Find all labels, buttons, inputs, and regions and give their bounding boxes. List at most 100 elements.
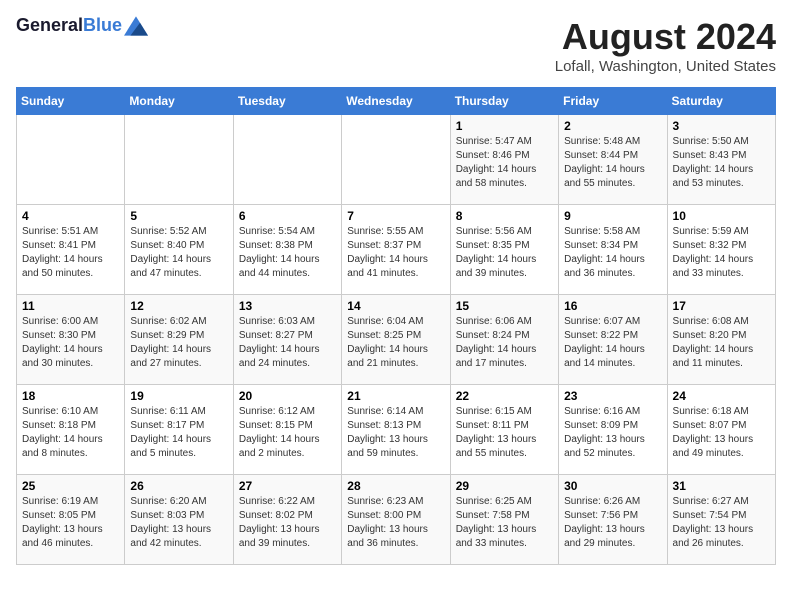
calendar-cell: 3Sunrise: 5:50 AM Sunset: 8:43 PM Daylig… [667, 115, 775, 205]
day-number: 21 [347, 389, 444, 403]
logo: GeneralBlue [16, 16, 148, 36]
day-detail: Sunrise: 5:47 AM Sunset: 8:46 PM Dayligh… [456, 135, 553, 191]
day-detail: Sunrise: 6:00 AM Sunset: 8:30 PM Dayligh… [22, 315, 119, 371]
calendar-cell: 8 Sunrise: 5:56 AM Sunset: 8:35 PM Daylig… [450, 205, 558, 295]
day-detail: Sunrise: 5:48 AM Sunset: 8:44 PM Dayligh… [564, 135, 661, 191]
calendar-cell: 13Sunrise: 6:03 AM Sunset: 8:27 PM Dayli… [233, 295, 341, 385]
logo-text: GeneralBlue [16, 16, 122, 36]
day-detail: Sunrise: 5:50 AM Sunset: 8:43 PM Dayligh… [673, 135, 770, 191]
day-detail: Sunrise: 6:18 AM Sunset: 8:07 PM Dayligh… [673, 405, 770, 461]
col-header-friday: Friday [559, 88, 667, 115]
day-number: 10 [673, 209, 770, 223]
calendar-cell: 29 Sunrise: 6:25 AM Sunset: 7:58 PM Dayli… [450, 475, 558, 565]
calendar-cell: 12 Sunrise: 6:02 AM Sunset: 8:29 PM Dayli… [125, 295, 233, 385]
calendar-cell [233, 115, 341, 205]
day-detail: Sunrise: 5:58 AM Sunset: 8:34 PM Dayligh… [564, 225, 661, 281]
day-detail: Sunrise: 6:07 AM Sunset: 8:22 PM Dayligh… [564, 315, 661, 371]
day-number: 30 [564, 479, 661, 493]
calendar-cell: 15 Sunrise: 6:06 AM Sunset: 8:24 PM Dayli… [450, 295, 558, 385]
calendar-cell: 24 Sunrise: 6:18 AM Sunset: 8:07 PM Dayli… [667, 385, 775, 475]
day-number: 22 [456, 389, 553, 403]
calendar-cell: 19Sunrise: 6:11 AM Sunset: 8:17 PM Dayli… [125, 385, 233, 475]
day-detail: Sunrise: 6:27 AM Sunset: 7:54 PM Dayligh… [673, 495, 770, 551]
calendar-cell: 20 Sunrise: 6:12 AM Sunset: 8:15 PM Dayli… [233, 385, 341, 475]
day-detail: Sunrise: 6:04 AM Sunset: 8:25 PM Dayligh… [347, 315, 444, 371]
calendar-cell: 16 Sunrise: 6:07 AM Sunset: 8:22 PM Dayli… [559, 295, 667, 385]
day-number: 28 [347, 479, 444, 493]
day-detail: Sunrise: 6:23 AM Sunset: 8:00 PM Dayligh… [347, 495, 444, 551]
day-detail: Sunrise: 6:19 AM Sunset: 8:05 PM Dayligh… [22, 495, 119, 551]
calendar-cell [17, 115, 125, 205]
day-detail: Sunrise: 6:26 AM Sunset: 7:56 PM Dayligh… [564, 495, 661, 551]
calendar-cell: 11 Sunrise: 6:00 AM Sunset: 8:30 PM Dayli… [17, 295, 125, 385]
day-detail: Sunrise: 6:16 AM Sunset: 8:09 PM Dayligh… [564, 405, 661, 461]
day-number: 23 [564, 389, 661, 403]
calendar-cell: 30 Sunrise: 6:26 AM Sunset: 7:56 PM Dayli… [559, 475, 667, 565]
day-number: 24 [673, 389, 770, 403]
day-number: 8 [456, 209, 553, 223]
day-detail: Sunrise: 6:06 AM Sunset: 8:24 PM Dayligh… [456, 315, 553, 371]
day-number: 20 [239, 389, 336, 403]
day-number: 5 [130, 209, 227, 223]
day-detail: Sunrise: 6:10 AM Sunset: 8:18 PM Dayligh… [22, 405, 119, 461]
day-detail: Sunrise: 6:12 AM Sunset: 8:15 PM Dayligh… [239, 405, 336, 461]
calendar-week-3: 11 Sunrise: 6:00 AM Sunset: 8:30 PM Dayli… [17, 295, 776, 385]
day-detail: Sunrise: 6:15 AM Sunset: 8:11 PM Dayligh… [456, 405, 553, 461]
calendar-week-1: 1Sunrise: 5:47 AM Sunset: 8:46 PM Daylig… [17, 115, 776, 205]
title-block: August 2024 Lofall, Washington, United S… [555, 16, 776, 75]
col-header-wednesday: Wednesday [342, 88, 450, 115]
calendar-cell: 6Sunrise: 5:54 AM Sunset: 8:38 PM Daylig… [233, 205, 341, 295]
logo-icon [124, 16, 148, 36]
calendar-week-4: 18 Sunrise: 6:10 AM Sunset: 8:18 PM Dayli… [17, 385, 776, 475]
calendar-cell: 4 Sunrise: 5:51 AM Sunset: 8:41 PM Daylig… [17, 205, 125, 295]
page-header: GeneralBlue August 2024 Lofall, Washingt… [16, 16, 776, 75]
day-detail: Sunrise: 5:51 AM Sunset: 8:41 PM Dayligh… [22, 225, 119, 281]
day-detail: Sunrise: 6:14 AM Sunset: 8:13 PM Dayligh… [347, 405, 444, 461]
calendar-cell: 18 Sunrise: 6:10 AM Sunset: 8:18 PM Dayli… [17, 385, 125, 475]
calendar-cell: 28 Sunrise: 6:23 AM Sunset: 8:00 PM Dayli… [342, 475, 450, 565]
calendar-cell: 5Sunrise: 5:52 AM Sunset: 8:40 PM Daylig… [125, 205, 233, 295]
day-number: 25 [22, 479, 119, 493]
page-subtitle: Lofall, Washington, United States [555, 58, 776, 75]
calendar-cell [125, 115, 233, 205]
calendar-cell: 2 Sunrise: 5:48 AM Sunset: 8:44 PM Daylig… [559, 115, 667, 205]
calendar-cell: 14 Sunrise: 6:04 AM Sunset: 8:25 PM Dayli… [342, 295, 450, 385]
day-number: 4 [22, 209, 119, 223]
col-header-saturday: Saturday [667, 88, 775, 115]
calendar-cell [342, 115, 450, 205]
day-number: 15 [456, 299, 553, 313]
day-number: 14 [347, 299, 444, 313]
calendar-cell: 23 Sunrise: 6:16 AM Sunset: 8:09 PM Dayli… [559, 385, 667, 475]
day-number: 17 [673, 299, 770, 313]
calendar-table: SundayMondayTuesdayWednesdayThursdayFrid… [16, 87, 776, 565]
day-number: 26 [130, 479, 227, 493]
day-detail: Sunrise: 6:03 AM Sunset: 8:27 PM Dayligh… [239, 315, 336, 371]
calendar-cell: 7Sunrise: 5:55 AM Sunset: 8:37 PM Daylig… [342, 205, 450, 295]
day-detail: Sunrise: 6:25 AM Sunset: 7:58 PM Dayligh… [456, 495, 553, 551]
day-number: 11 [22, 299, 119, 313]
calendar-cell: 25 Sunrise: 6:19 AM Sunset: 8:05 PM Dayli… [17, 475, 125, 565]
day-number: 16 [564, 299, 661, 313]
calendar-header-row: SundayMondayTuesdayWednesdayThursdayFrid… [17, 88, 776, 115]
day-number: 12 [130, 299, 227, 313]
calendar-cell: 31 Sunrise: 6:27 AM Sunset: 7:54 PM Dayli… [667, 475, 775, 565]
calendar-week-2: 4 Sunrise: 5:51 AM Sunset: 8:41 PM Daylig… [17, 205, 776, 295]
day-number: 31 [673, 479, 770, 493]
col-header-monday: Monday [125, 88, 233, 115]
day-number: 2 [564, 119, 661, 133]
day-number: 9 [564, 209, 661, 223]
day-detail: Sunrise: 6:22 AM Sunset: 8:02 PM Dayligh… [239, 495, 336, 551]
calendar-cell: 9 Sunrise: 5:58 AM Sunset: 8:34 PM Daylig… [559, 205, 667, 295]
day-detail: Sunrise: 6:08 AM Sunset: 8:20 PM Dayligh… [673, 315, 770, 371]
calendar-cell: 1Sunrise: 5:47 AM Sunset: 8:46 PM Daylig… [450, 115, 558, 205]
calendar-cell: 22 Sunrise: 6:15 AM Sunset: 8:11 PM Dayli… [450, 385, 558, 475]
day-number: 29 [456, 479, 553, 493]
day-detail: Sunrise: 5:56 AM Sunset: 8:35 PM Dayligh… [456, 225, 553, 281]
calendar-cell: 17 Sunrise: 6:08 AM Sunset: 8:20 PM Dayli… [667, 295, 775, 385]
day-number: 19 [130, 389, 227, 403]
col-header-tuesday: Tuesday [233, 88, 341, 115]
page-title: August 2024 [555, 16, 776, 58]
day-detail: Sunrise: 6:02 AM Sunset: 8:29 PM Dayligh… [130, 315, 227, 371]
day-number: 18 [22, 389, 119, 403]
day-detail: Sunrise: 5:54 AM Sunset: 8:38 PM Dayligh… [239, 225, 336, 281]
